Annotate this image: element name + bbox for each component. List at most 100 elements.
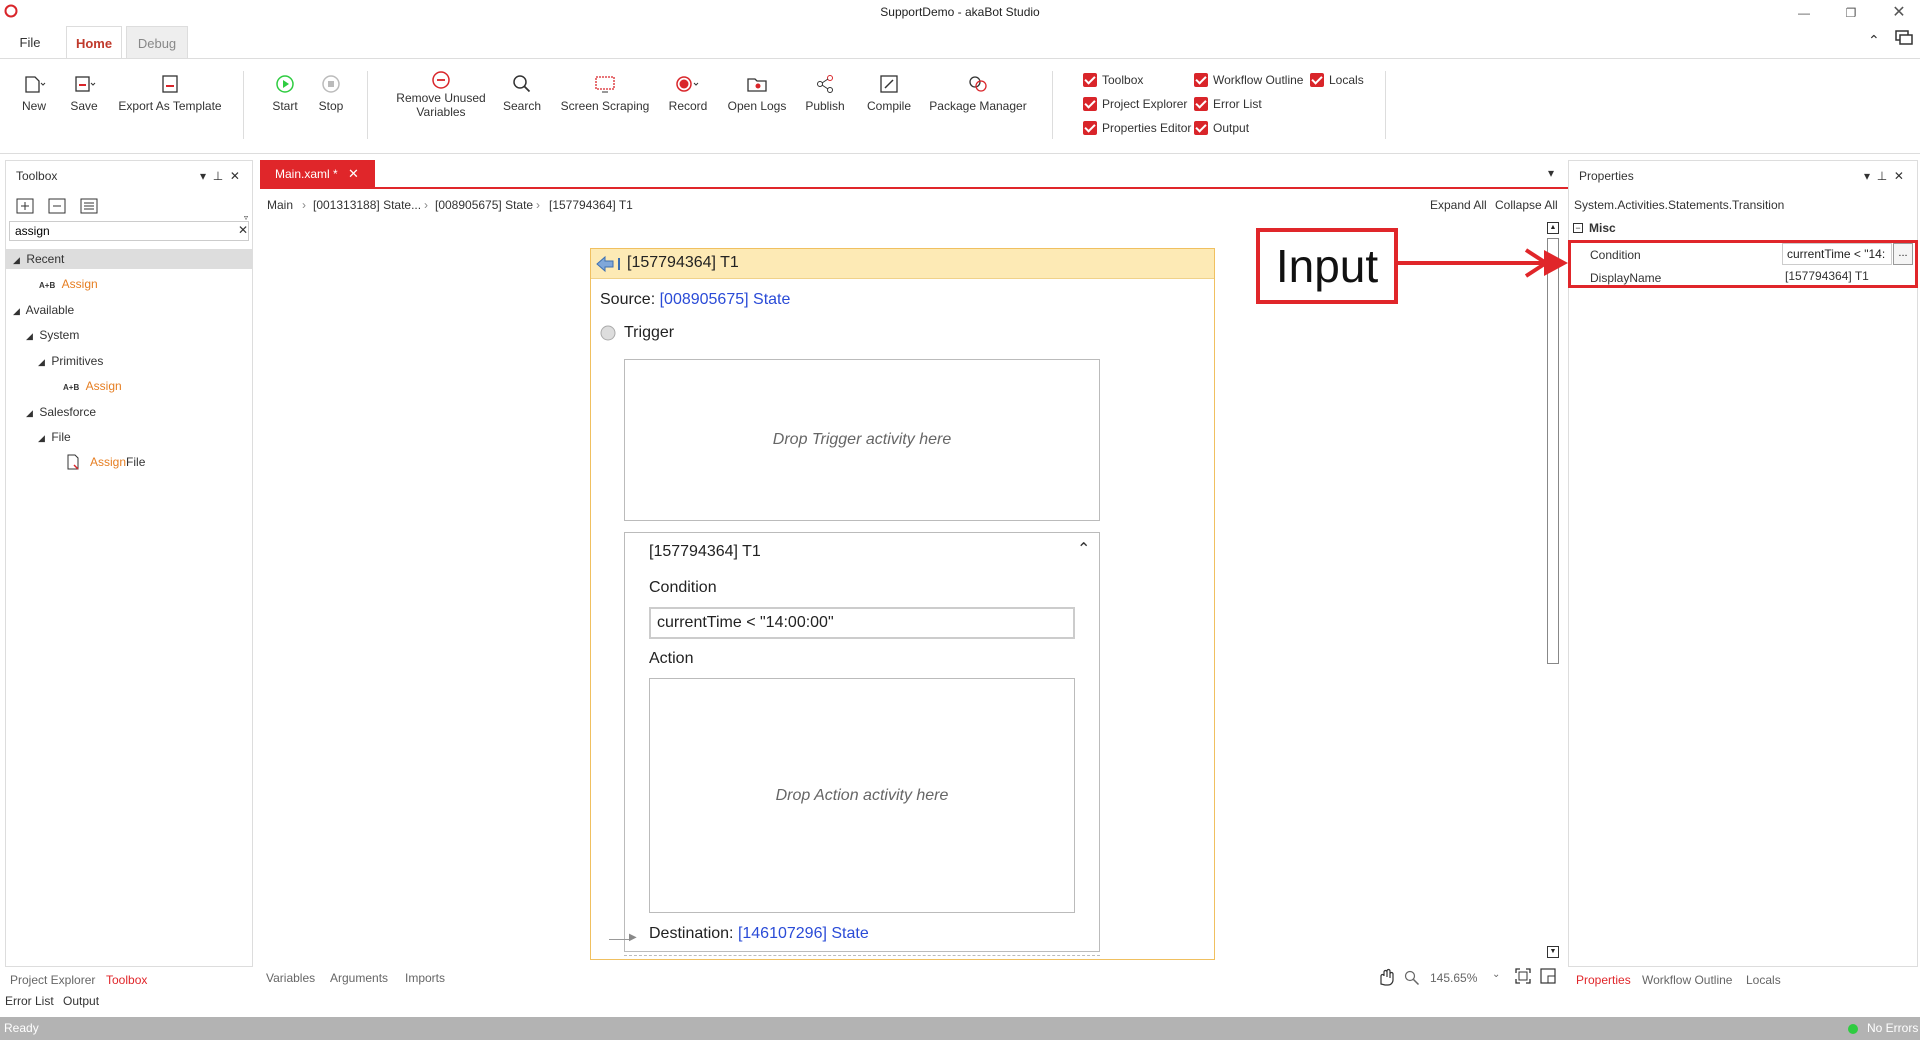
tab-home[interactable]: Home xyxy=(66,26,122,59)
pin-icon[interactable]: ⊥ xyxy=(1877,169,1887,183)
toggle-workflow-outline[interactable]: Workflow Outline xyxy=(1194,71,1303,89)
checkbox-checked-icon xyxy=(1194,73,1208,87)
toggle-output[interactable]: Output xyxy=(1194,119,1249,137)
tree-item-assign-file[interactable]: Assign File xyxy=(66,452,145,472)
tab-file[interactable]: File xyxy=(10,26,50,59)
trigger-radio-icon[interactable] xyxy=(600,325,616,341)
tab-project-explorer[interactable]: Project Explorer xyxy=(10,973,95,987)
export-template-button[interactable]: Export As Template xyxy=(116,69,224,113)
tree-node-available[interactable]: ◢ Available xyxy=(13,300,74,320)
scrollbar-thumb[interactable] xyxy=(1547,238,1559,664)
designer-scrollbar[interactable]: ▲ ▼ xyxy=(1545,218,1561,964)
expand-destination-icon[interactable]: ▶ xyxy=(629,932,637,943)
property-displayname-value[interactable]: [157794364] T1 xyxy=(1785,269,1869,283)
tree-item-assign[interactable]: A+B Assign xyxy=(63,376,122,396)
zoom-icon[interactable] xyxy=(1404,970,1420,986)
transition-icon xyxy=(595,253,621,275)
destination-link[interactable]: [146107296] State xyxy=(738,925,869,942)
close-tab-icon[interactable]: ✕ xyxy=(348,160,359,188)
breadcrumb-1[interactable]: [001313188] State... xyxy=(313,198,421,212)
pin-icon[interactable]: ⊥ xyxy=(213,169,223,183)
feedback-icon[interactable] xyxy=(1895,30,1913,46)
action-drop-zone[interactable]: Drop Action activity here xyxy=(649,678,1075,913)
breadcrumb-0[interactable]: Main xyxy=(267,198,293,212)
open-logs-button[interactable]: Open Logs xyxy=(726,69,788,113)
transition-header[interactable]: [157794364] T1 xyxy=(591,249,1214,279)
tree-node-primitives[interactable]: ◢ Primitives xyxy=(38,351,103,371)
toggle-properties-editor[interactable]: Properties Editor xyxy=(1083,119,1191,137)
start-button[interactable]: Start xyxy=(265,69,305,113)
close-icon[interactable]: ✕ xyxy=(230,169,240,183)
new-button[interactable]: New xyxy=(14,69,54,113)
clear-search-icon[interactable]: ✕ xyxy=(238,223,248,237)
overview-icon[interactable] xyxy=(1540,968,1556,984)
save-button[interactable]: Save xyxy=(64,69,104,113)
tab-main-xaml[interactable]: Main.xaml * ✕ xyxy=(260,160,375,188)
toggle-toolbox[interactable]: Toolbox xyxy=(1083,71,1143,89)
tree-node-recent[interactable]: ◢ Recent xyxy=(6,249,252,269)
breadcrumb-3[interactable]: [157794364] T1 xyxy=(549,198,633,212)
transition-activity[interactable]: [157794364] T1 Source: [008905675] State… xyxy=(590,248,1215,960)
pan-hand-icon[interactable] xyxy=(1376,968,1394,986)
expand-all-link[interactable]: Expand All xyxy=(1430,198,1487,212)
tab-properties[interactable]: Properties xyxy=(1576,973,1631,987)
condition-editor-button[interactable]: ... xyxy=(1893,243,1913,265)
checkbox-checked-icon xyxy=(1083,121,1097,135)
collapse-chevron-icon[interactable]: ⌃ xyxy=(1077,539,1090,559)
publish-button[interactable]: Publish xyxy=(800,69,850,113)
record-button[interactable]: Record xyxy=(666,69,710,113)
collapse-all-icon[interactable] xyxy=(48,198,66,214)
property-condition-input[interactable]: currentTime < "14: xyxy=(1782,243,1892,265)
tab-output[interactable]: Output xyxy=(63,994,99,1008)
tab-locals[interactable]: Locals xyxy=(1746,973,1781,987)
tab-debug[interactable]: Debug xyxy=(126,26,188,59)
trigger-drop-zone[interactable]: Drop Trigger activity here xyxy=(624,359,1100,521)
source-label: Source: xyxy=(600,291,660,308)
tab-overflow-icon[interactable]: ▾ xyxy=(1548,166,1554,180)
destination-row: Destination: [146107296] State xyxy=(649,925,869,943)
source-link[interactable]: [008905675] State xyxy=(660,291,791,308)
scroll-down-icon[interactable]: ▼ xyxy=(1547,946,1559,958)
tab-error-list[interactable]: Error List xyxy=(5,994,54,1008)
scroll-up-icon[interactable]: ▲ xyxy=(1547,222,1559,234)
fit-to-screen-icon[interactable] xyxy=(1515,968,1531,984)
tree-item-assign-recent[interactable]: A+B Assign xyxy=(39,274,98,294)
zoom-level[interactable]: 145.65% xyxy=(1430,971,1477,985)
search-button[interactable]: Search xyxy=(502,69,542,113)
collapse-ribbon-icon[interactable]: ⌃ xyxy=(1868,32,1880,49)
tab-toolbox[interactable]: Toolbox xyxy=(106,973,147,987)
compile-button[interactable]: Compile xyxy=(862,69,916,113)
dropdown-icon[interactable]: ▾ xyxy=(1864,169,1870,183)
zoom-dropdown-icon[interactable]: ⌄ xyxy=(1492,969,1500,980)
toggle-locals[interactable]: Locals xyxy=(1310,71,1364,89)
close-window-button[interactable]: ✕ xyxy=(1890,4,1908,22)
collapse-all-link[interactable]: Collapse All xyxy=(1495,198,1558,212)
tab-arguments[interactable]: Arguments xyxy=(330,971,388,985)
tree-node-file[interactable]: ◢ File xyxy=(38,427,71,447)
property-section-misc[interactable]: − Misc xyxy=(1573,221,1616,235)
condition-input[interactable]: currentTime < "14:00:00" xyxy=(649,607,1075,639)
remove-unused-variables-button[interactable]: Remove Unused Variables xyxy=(392,69,490,119)
connector-line xyxy=(609,939,629,940)
tab-imports[interactable]: Imports xyxy=(405,971,445,985)
toggle-project-explorer[interactable]: Project Explorer xyxy=(1083,95,1187,113)
toggle-error-list[interactable]: Error List xyxy=(1194,95,1262,113)
breadcrumb-2[interactable]: [008905675] State xyxy=(435,198,533,212)
tab-variables[interactable]: Variables xyxy=(266,971,315,985)
package-manager-button[interactable]: Package Manager xyxy=(928,69,1028,113)
expand-all-icon[interactable] xyxy=(16,198,34,214)
drop-trigger-text: Drop Trigger activity here xyxy=(772,431,952,448)
tab-workflow-outline[interactable]: Workflow Outline xyxy=(1642,973,1732,987)
collapse-section-icon[interactable]: − xyxy=(1573,223,1583,233)
package-icon xyxy=(928,69,1028,99)
list-view-icon[interactable] xyxy=(80,198,98,214)
restore-button[interactable]: ❐ xyxy=(1842,4,1860,22)
dropdown-icon[interactable]: ▾ xyxy=(200,169,206,183)
screen-scraping-button[interactable]: Screen Scraping xyxy=(560,69,650,113)
tree-node-salesforce[interactable]: ◢ Salesforce xyxy=(26,402,96,422)
close-icon[interactable]: ✕ xyxy=(1894,169,1904,183)
stop-button[interactable]: Stop xyxy=(311,69,351,113)
toolbox-search-input[interactable] xyxy=(9,221,249,241)
tree-node-system[interactable]: ◢ System xyxy=(26,325,79,345)
minimize-button[interactable]: — xyxy=(1795,4,1813,22)
